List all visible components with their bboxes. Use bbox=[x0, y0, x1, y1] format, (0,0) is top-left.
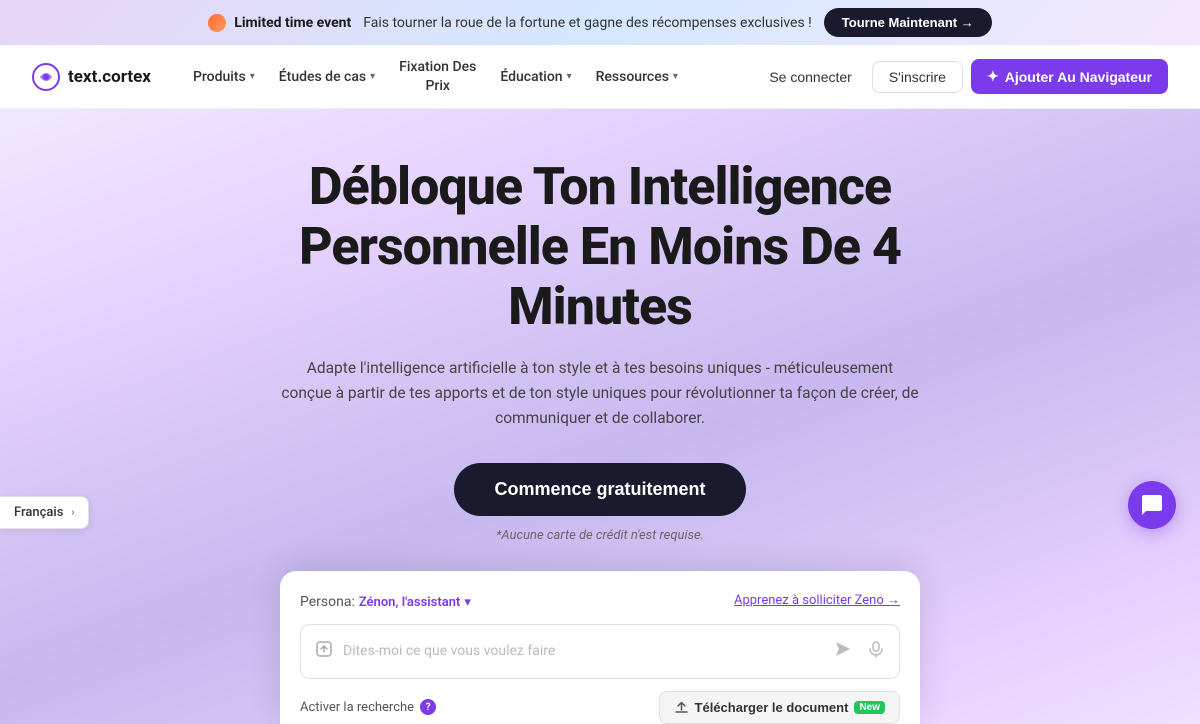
chat-footer: Activer la recherche ? Télécharger le do… bbox=[300, 691, 900, 724]
search-toggle-label: Activer la recherche bbox=[300, 700, 414, 715]
timer-icon bbox=[208, 14, 226, 32]
persona-selector[interactable]: Persona: Zénon, l'assistant ▾ bbox=[300, 591, 471, 610]
banner-event-label: Limited time event bbox=[208, 14, 351, 32]
chat-input-area[interactable]: Dites-moi ce que vous voulez faire bbox=[300, 624, 900, 679]
nav-right: Se connecter S'inscrire ✦ Ajouter Au Nav… bbox=[757, 59, 1168, 94]
send-button[interactable] bbox=[829, 637, 857, 666]
hero-subtitle: Adapte l'intelligence artificielle à ton… bbox=[280, 356, 920, 430]
mic-button[interactable] bbox=[867, 640, 885, 663]
hero-title: Débloque Ton Intelligence Personnelle En… bbox=[210, 157, 990, 336]
banner-text: Fais tourner la roue de la fortune et ga… bbox=[363, 15, 812, 31]
banner-cta-button[interactable]: Tourne Maintenant → bbox=[824, 8, 992, 37]
top-banner: Limited time event Fais tourner la roue … bbox=[0, 0, 1200, 45]
signin-button[interactable]: Se connecter bbox=[757, 61, 864, 93]
persona-dropdown[interactable]: Zénon, l'assistant ▾ bbox=[359, 595, 471, 610]
language-label: Français bbox=[14, 505, 63, 520]
language-selector[interactable]: Français › bbox=[0, 496, 89, 529]
upload-doc-label: Télécharger le document bbox=[695, 700, 849, 715]
cta-button[interactable]: Commence gratuitement bbox=[454, 463, 745, 516]
nav-item-ressources[interactable]: Ressources ▾ bbox=[586, 63, 688, 91]
chevron-down-icon: ▾ bbox=[567, 71, 572, 82]
navbar: text.cortex Produits ▾ Études de cas ▾ F… bbox=[0, 45, 1200, 109]
nav-item-pricing[interactable]: Fixation DesPrix bbox=[389, 52, 486, 100]
chevron-down-icon: ▾ bbox=[250, 71, 255, 82]
no-card-note: *Aucune carte de crédit n'est requise. bbox=[496, 528, 704, 543]
help-icon: ? bbox=[420, 699, 436, 715]
logo[interactable]: text.cortex bbox=[32, 63, 151, 91]
persona-prefix: Persona: bbox=[300, 594, 355, 610]
logo-text: text.cortex bbox=[68, 67, 151, 87]
hero-section: Débloque Ton Intelligence Personnelle En… bbox=[0, 109, 1200, 724]
signup-button[interactable]: S'inscrire bbox=[872, 61, 963, 93]
learn-link[interactable]: Apprenez à solliciter Zeno → bbox=[734, 592, 900, 608]
nav-item-education[interactable]: Éducation ▾ bbox=[490, 63, 581, 91]
chat-header: Persona: Zénon, l'assistant ▾ Apprenez à… bbox=[300, 591, 900, 610]
chevron-down-icon: ▾ bbox=[370, 71, 375, 82]
chevron-down-icon: ▾ bbox=[464, 595, 471, 610]
nav-item-produits[interactable]: Produits ▾ bbox=[183, 63, 265, 91]
chat-input-placeholder: Dites-moi ce que vous voulez faire bbox=[343, 643, 819, 659]
chat-bubble-button[interactable] bbox=[1128, 481, 1176, 529]
upload-doc-button[interactable]: Télécharger le document New bbox=[659, 691, 900, 724]
nav-links: Produits ▾ Études de cas ▾ Fixation DesP… bbox=[183, 52, 757, 100]
add-nav-button[interactable]: ✦ Ajouter Au Navigateur bbox=[971, 59, 1168, 94]
chevron-down-icon: ▾ bbox=[673, 71, 678, 82]
new-badge: New bbox=[854, 701, 885, 714]
nav-item-etudes[interactable]: Études de cas ▾ bbox=[269, 63, 385, 91]
chevron-right-icon: › bbox=[71, 507, 74, 518]
search-toggle[interactable]: Activer la recherche ? bbox=[300, 699, 436, 715]
chat-widget: Persona: Zénon, l'assistant ▾ Apprenez à… bbox=[280, 571, 920, 724]
logo-icon bbox=[32, 63, 60, 91]
upload-icon bbox=[315, 640, 333, 662]
spark-icon: ✦ bbox=[987, 68, 999, 85]
persona-name: Zénon, l'assistant bbox=[359, 595, 460, 610]
